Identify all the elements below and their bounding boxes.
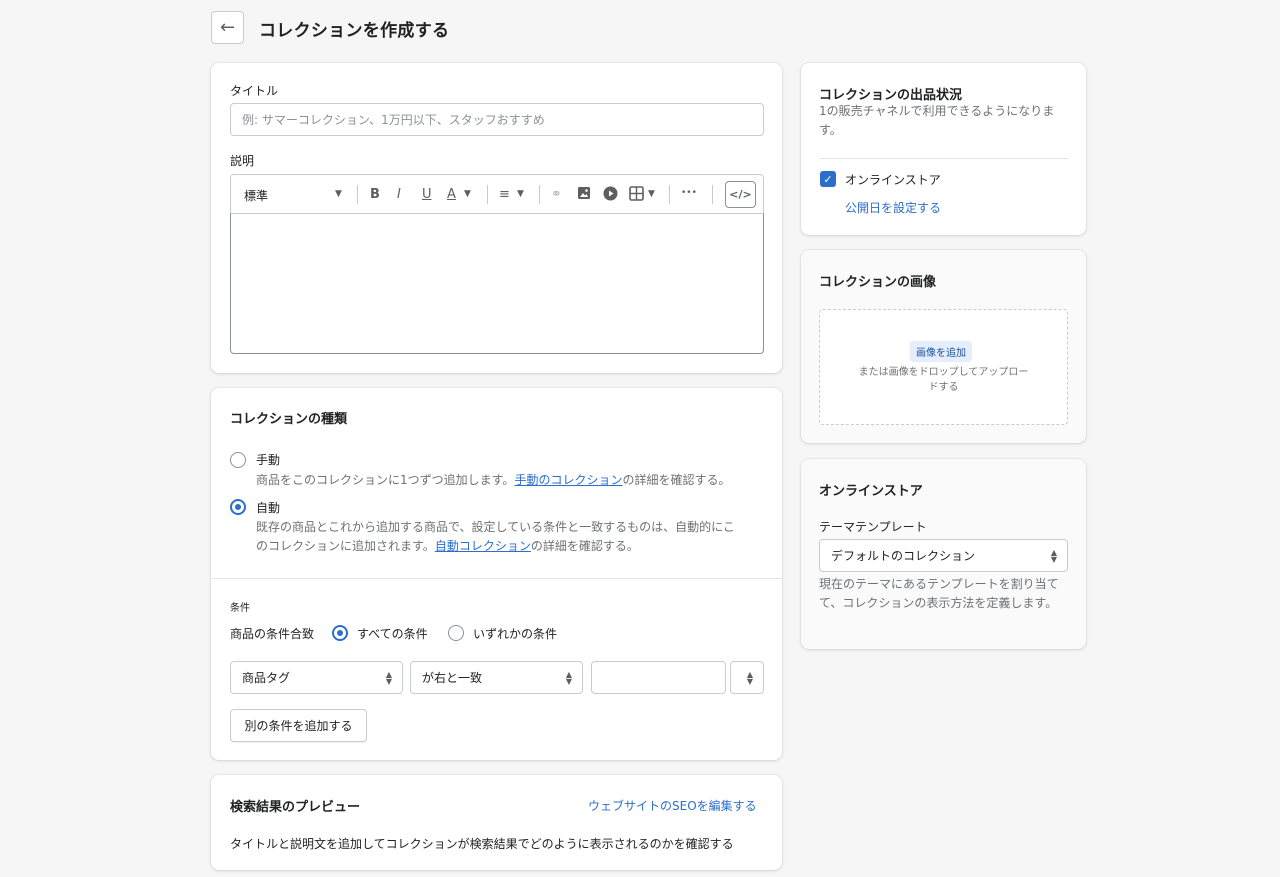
match-label: 商品の条件合致	[230, 627, 315, 641]
toolbar-divider	[712, 185, 713, 204]
arrow-left-icon: ←	[219, 17, 236, 38]
title-placeholder: 例: サマーコレクション、1万円以下、スタッフおすすめ	[242, 113, 545, 127]
drop-instructions: または画像をドロップしてアップロー ドする	[858, 367, 1029, 393]
toolbar-divider	[487, 185, 488, 204]
set-publish-date-link[interactable]: 公開日を設定する	[845, 199, 941, 216]
condition-operator-select[interactable]: が右と一致 ▲ ▼	[410, 661, 583, 694]
editor-toolbar: 標準 ▼ B I U A ▼ ≡ ▼ ⚭ ▼ ••• </>	[230, 174, 764, 214]
online-store-title: オンラインストア	[819, 484, 923, 499]
manual-radio[interactable]	[230, 452, 246, 468]
seo-description: タイトルと説明文を追加してコレクションが検索結果でどのように表示されるのかを確認…	[230, 837, 734, 851]
underline-button[interactable]: U	[422, 187, 432, 202]
match-all-radio[interactable]	[332, 625, 348, 641]
section-divider	[211, 578, 782, 579]
title-input[interactable]: 例: サマーコレクション、1万円以下、スタッフおすすめ	[230, 103, 764, 136]
match-all-label: すべての条件	[357, 627, 428, 641]
select-arrows-icon: ▲ ▼	[385, 669, 392, 686]
section-divider	[819, 158, 1068, 159]
back-button[interactable]: ←	[211, 11, 244, 44]
chevron-down-icon[interactable]: ▼	[648, 189, 655, 199]
collection-type-card	[211, 388, 782, 760]
manual-description: 商品をこのコレクションに1つずつ追加します。手動のコレクションの詳細を確認する。	[256, 473, 731, 487]
theme-template-label: テーマテンプレート	[819, 520, 927, 534]
image-icon[interactable]	[577, 186, 591, 204]
code-icon: </>	[729, 188, 752, 201]
seo-title: 検索結果のプレビュー	[230, 800, 361, 815]
condition-field-select[interactable]: 商品タグ ▲ ▼	[230, 661, 403, 694]
chevron-down-icon[interactable]: ▼	[335, 189, 342, 199]
seo-preview-card	[211, 775, 782, 870]
description-editor[interactable]	[230, 213, 764, 354]
checkmark-icon: ✓	[823, 172, 833, 186]
match-any-radio[interactable]	[448, 625, 464, 641]
format-select[interactable]: 標準	[244, 187, 268, 204]
automatic-label: 自動	[256, 501, 281, 515]
availability-title: コレクションの出品状況	[819, 88, 963, 103]
automatic-description: 既存の商品とこれから追加する商品で、設定している条件と一致するものは、自動的にこ…	[256, 520, 735, 553]
automatic-radio[interactable]	[230, 499, 246, 515]
toolbar-divider	[539, 185, 540, 204]
theme-template-select[interactable]: デフォルトのコレクション ▲ ▼	[819, 539, 1068, 572]
align-left-icon[interactable]: ≡	[499, 187, 510, 202]
toolbar-divider	[669, 185, 670, 204]
select-arrows-icon: ▲ ▼	[1050, 547, 1057, 564]
condition-value-stepper[interactable]: ▲ ▼	[730, 661, 764, 694]
select-arrows-icon: ▲ ▼	[746, 669, 753, 686]
text-color-button[interactable]: A	[447, 187, 456, 202]
description-label: 説明	[230, 154, 255, 168]
online-store-checkbox[interactable]: ✓	[820, 171, 836, 187]
title-label: タイトル	[230, 84, 279, 98]
select-arrows-icon: ▲ ▼	[565, 669, 572, 686]
match-any-label: いずれかの条件	[473, 627, 558, 641]
edit-seo-link[interactable]: ウェブサイトのSEOを編集する	[588, 797, 757, 814]
condition-value-input[interactable]	[591, 661, 726, 694]
add-image-button[interactable]: 画像を追加	[910, 341, 972, 362]
manual-label: 手動	[256, 453, 281, 467]
conditions-title: 条件	[230, 603, 250, 614]
play-icon[interactable]	[603, 186, 618, 205]
chevron-down-icon[interactable]: ▼	[517, 189, 524, 199]
page-title: コレクションを作成する	[259, 21, 450, 41]
theme-template-help: 現在のテーマにあるテンプレートを割り当てて、コレクションの表示方法を定義します。	[819, 577, 1059, 610]
toolbar-divider	[357, 185, 358, 204]
code-view-button[interactable]: </>	[725, 181, 756, 208]
automatic-collection-link[interactable]: 自動コレクション	[435, 539, 531, 553]
availability-description: 1の販売チャネルで利用できるようになります。	[819, 104, 1055, 137]
add-condition-button[interactable]: 別の条件を追加する	[230, 709, 367, 742]
collection-image-title: コレクションの画像	[819, 275, 937, 290]
link-icon[interactable]: ⚭	[551, 187, 562, 202]
italic-button[interactable]: I	[397, 187, 401, 202]
more-button[interactable]: •••	[681, 188, 697, 198]
chevron-down-icon[interactable]: ▼	[464, 189, 471, 199]
bold-button[interactable]: B	[370, 187, 380, 202]
manual-collection-link[interactable]: 手動のコレクション	[514, 473, 622, 487]
collection-type-title: コレクションの種類	[230, 412, 348, 427]
online-store-channel-label: オンラインストア	[845, 173, 941, 187]
table-icon[interactable]	[629, 186, 644, 205]
